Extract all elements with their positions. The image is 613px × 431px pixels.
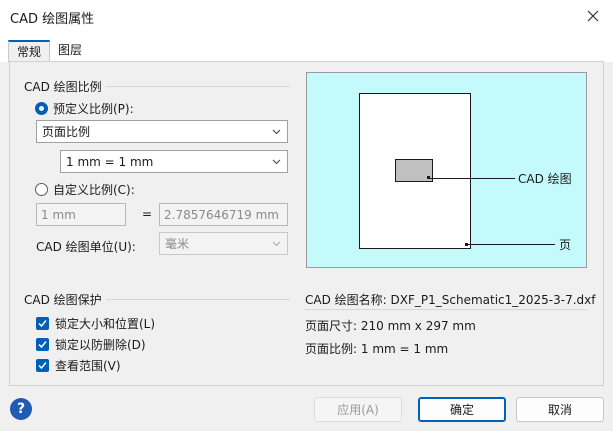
protection-section-title: CAD 绘图保护: [24, 293, 102, 307]
custom-scale-right-input[interactable]: 2.7857646719 mm: [159, 203, 288, 226]
cad-name-row: CAD 绘图名称: DXF_P1_Schematic1_2025-3-7.dxf: [305, 291, 596, 308]
page-callout-label: 页: [559, 236, 572, 253]
lock-size-position-checkbox[interactable]: 锁定大小和位置(L): [36, 315, 155, 332]
custom-scale-label: 自定义比例(C):: [53, 183, 135, 197]
predefined-type-select[interactable]: 页面比例: [36, 120, 288, 143]
apply-button[interactable]: 应用(A): [314, 397, 402, 422]
protection-section-divider: [106, 299, 290, 300]
cancel-button[interactable]: 取消: [516, 397, 604, 422]
title-bar: CAD 绘图属性: [0, 0, 613, 32]
chevron-down-icon: [272, 241, 281, 247]
cad-callout-label: CAD 绘图: [518, 170, 572, 187]
page-callout-line: [467, 244, 555, 245]
radio-checked-icon: [35, 102, 48, 115]
page-size-value: 210 mm x 297 mm: [360, 319, 476, 333]
chevron-down-icon: [272, 159, 281, 165]
checkbox-checked-icon: [36, 317, 49, 330]
cad-name-value: DXF_P1_Schematic1_2025-3-7.dxf: [390, 293, 596, 307]
view-range-checkbox[interactable]: 查看范围(V): [36, 357, 121, 374]
checkbox-checked-icon: [36, 338, 49, 351]
info-divider: [305, 309, 587, 310]
tab-general[interactable]: 常规: [8, 40, 51, 62]
lock-delete-checkbox[interactable]: 锁定以防删除(D): [36, 336, 146, 353]
cad-drawing-outline: [395, 159, 433, 182]
cad-callout-line: [430, 178, 515, 179]
help-button[interactable]: ?: [10, 398, 32, 420]
ok-button[interactable]: 确定: [418, 397, 506, 422]
checkbox-checked-icon: [36, 359, 49, 372]
custom-scale-radio[interactable]: 自定义比例(C):: [35, 181, 135, 198]
page-scale-label: 页面比例:: [305, 342, 358, 356]
cad-name-label: CAD 绘图名称:: [305, 293, 387, 307]
predefined-value-select[interactable]: 1 mm = 1 mm: [60, 150, 288, 173]
equals-sign: =: [142, 207, 153, 221]
predefined-value-text: 1 mm = 1 mm: [66, 154, 154, 169]
lock-delete-label: 锁定以防删除(D): [55, 338, 146, 352]
lock-size-position-label: 锁定大小和位置(L): [55, 317, 156, 331]
page-scale-row: 页面比例: 1 mm = 1 mm: [305, 340, 448, 357]
preview-pane: CAD 绘图 页: [306, 72, 587, 268]
predefined-scale-radio[interactable]: 预定义比例(P):: [35, 100, 134, 117]
predefined-type-value: 页面比例: [42, 125, 91, 139]
page-size-row: 页面尺寸: 210 mm x 297 mm: [305, 317, 476, 334]
view-range-label: 查看范围(V): [55, 359, 121, 373]
tab-bar: 常规 图层: [0, 32, 613, 62]
close-icon: [587, 10, 599, 22]
radio-unchecked-icon: [35, 183, 48, 196]
cad-unit-select[interactable]: 毫米: [159, 232, 288, 255]
tab-layers[interactable]: 图层: [50, 40, 90, 62]
close-button[interactable]: [573, 0, 613, 32]
scale-section-divider: [106, 86, 290, 87]
cad-unit-label: CAD 绘图单位(U):: [36, 240, 136, 254]
window-title: CAD 绘图属性: [10, 12, 95, 27]
page-size-label: 页面尺寸:: [305, 319, 358, 333]
cad-unit-value: 毫米: [165, 237, 190, 251]
predefined-scale-label: 预定义比例(P):: [53, 102, 134, 116]
page-scale-value: 1 mm = 1 mm: [360, 342, 449, 356]
scale-section-title: CAD 绘图比例: [24, 80, 102, 94]
custom-scale-left-input[interactable]: 1 mm: [36, 203, 126, 226]
help-icon: ?: [16, 401, 26, 417]
chevron-down-icon: [272, 129, 281, 135]
